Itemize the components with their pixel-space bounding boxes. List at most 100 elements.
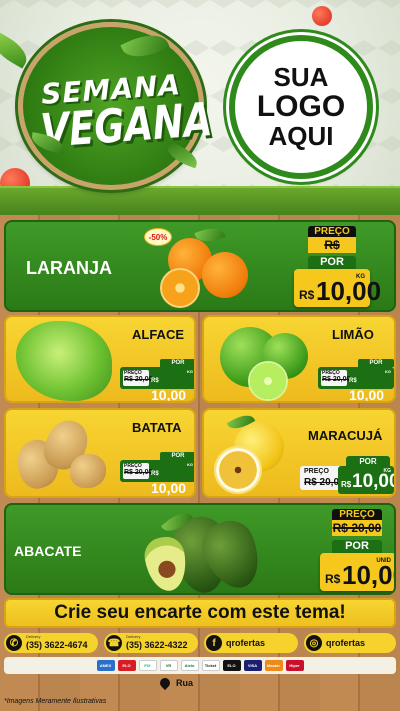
price-unit: UNID — [376, 558, 391, 564]
product-card-alface[interactable]: ALFACE POR PREÇO R$ 20,00 R$ 10,00 KG — [4, 315, 196, 403]
amex-icon: AMEX — [96, 660, 115, 671]
address: Rua — [157, 675, 194, 691]
contact-value: qrofertas — [326, 638, 366, 648]
price-box: PREÇO R$ 20,00 R$ 10,00 KG — [318, 367, 394, 401]
contact-instagram[interactable]: ◎ qrofertas — [304, 633, 396, 653]
product-card-maracuja[interactable]: MARACUJÁ POR PREÇO R$ 20,00 R$ 10,00 KG — [202, 408, 396, 498]
contact-facebook[interactable]: f qrofertas — [204, 633, 298, 653]
elo-icon: ELO — [117, 660, 136, 671]
grass-strip — [0, 186, 400, 215]
por-label: POR — [332, 540, 382, 553]
old-price: R$ 20,00 — [322, 376, 350, 383]
new-price: R$ 10,00 — [151, 462, 194, 496]
lime-slice-image — [248, 361, 288, 401]
product-card-laranja[interactable]: LARANJA -50% PREÇO R$ 20,00 POR R$ 10,00… — [4, 220, 396, 312]
potato-image — [70, 454, 106, 488]
vr-icon: VR — [159, 660, 178, 671]
visa-icon: VISA — [243, 660, 262, 671]
price-box: PREÇO R$ 20,00 R$ 10,00 KG — [120, 460, 194, 496]
contact-value: qrofertas — [226, 638, 266, 648]
cta-banner[interactable]: Crie seu encarte com este tema! — [4, 598, 396, 628]
contact-whatsapp[interactable]: ✆ Delivery (35) 3622-4674 — [4, 633, 98, 653]
product-name: LIMÃO — [332, 327, 374, 342]
currency-symbol: R$ — [151, 378, 159, 384]
price-unit: KG — [385, 369, 391, 374]
old-price-text: R$ 20,00 — [124, 376, 153, 383]
por-label: POR — [160, 452, 194, 460]
product-name: ABACATE — [14, 543, 82, 559]
currency-symbol: R$ — [341, 480, 352, 489]
price-value: 10,00 — [151, 480, 187, 496]
contact-label: Delivery — [26, 634, 41, 639]
instagram-icon: ◎ — [306, 635, 322, 651]
price-block: POR PREÇO R$ 20,00 R$ 10,00 KG — [120, 452, 194, 496]
contact-phone[interactable]: ☎ Delivery (35) 3622-4322 — [104, 633, 198, 653]
product-card-abacate[interactable]: ABACATE PREÇO R$ 20,00 POR R$ 10,00 UNID — [4, 503, 396, 595]
old-price: R$ 20,00 — [124, 469, 152, 476]
disclaimer: *Imagens Meramente Ilustrativas — [4, 698, 107, 705]
new-price: R$ 10,00 — [349, 369, 394, 403]
por-label: POR — [160, 359, 194, 367]
logo-text-line2: LOGO — [256, 90, 346, 124]
orange-image — [202, 252, 248, 298]
product-card-limao[interactable]: LIMÃO POR PREÇO R$ 20,00 R$ 10,00 KG — [202, 315, 396, 403]
payment-methods: AMEX ELO PIX VR Alelo Ticket ELO VISA Ma… — [4, 657, 396, 674]
price-unit: KG — [187, 369, 193, 374]
logo-placeholder[interactable]: SUA LOGO AQUI — [229, 35, 373, 179]
location-pin-icon — [157, 675, 173, 691]
address-text: Rua — [176, 678, 194, 688]
old-price-text: R$ 20,00 — [322, 376, 351, 383]
currency-symbol: R$ — [151, 471, 159, 477]
new-price: R$ 10,00 KG — [294, 269, 381, 307]
whatsapp-icon: ✆ — [6, 635, 22, 651]
product-name: ALFACE — [132, 327, 184, 342]
discount-badge: -50% — [144, 228, 172, 246]
alelo-icon: Alelo — [180, 660, 199, 671]
mastercard-icon: Master — [264, 660, 283, 671]
contact-label: Delivery — [126, 634, 141, 639]
product-card-batata[interactable]: BATATA POR PREÇO R$ 20,00 R$ 10,00 KG — [4, 408, 196, 498]
contact-value: (35) 3622-4674 — [26, 640, 88, 650]
logo-text-line1: SUA — [273, 61, 329, 92]
logo-text-line3: AQUI — [268, 120, 334, 151]
price-value: 10,00 — [349, 387, 385, 403]
old-price: R$ 20,00 — [124, 376, 152, 383]
new-price: R$ 10,00 KG — [338, 466, 394, 494]
por-label: POR — [308, 256, 356, 269]
elo-icon: ELO — [222, 660, 241, 671]
currency-symbol: R$ — [299, 288, 315, 302]
price-unit: KG — [356, 274, 365, 280]
price-value: 10,00 — [316, 276, 382, 306]
flyer: SEMANA VEGANA SUA LOGO AQUI LARANJA -50%… — [0, 0, 400, 711]
passion-fruit-slice-image — [214, 446, 262, 494]
new-price: R$ 10,00 — [151, 369, 194, 403]
price-value: 10,00 — [352, 471, 396, 492]
product-name: MARACUJÁ — [308, 428, 383, 443]
price-unit: KG — [187, 462, 193, 467]
new-price: R$ 10,00 UNID — [320, 553, 394, 591]
product-name: BATATA — [132, 420, 182, 435]
price-label: PREÇO — [308, 226, 356, 237]
old-price-text: R$ 20,00 — [124, 469, 153, 476]
price-block: POR PREÇO R$ 20,00 R$ 10,00 KG — [120, 359, 194, 401]
contact-value: (35) 3622-4322 — [126, 640, 188, 650]
old-price-text: R$ 20,00 — [332, 521, 382, 535]
hipercard-icon: Hiper — [285, 660, 304, 671]
phone-icon: ☎ — [106, 635, 122, 651]
price-unit: KG — [383, 468, 392, 474]
semana-vegana-badge: SEMANA VEGANA — [18, 22, 214, 190]
header: SEMANA VEGANA SUA LOGO AQUI — [0, 0, 400, 215]
price-label: PREÇO — [304, 468, 329, 475]
price-value: 10,00 — [342, 560, 394, 590]
tomato-decoration — [312, 6, 332, 26]
price-value: 10,00 — [151, 387, 187, 403]
ticket-icon: Ticket — [201, 660, 220, 671]
orange-slice-image — [160, 268, 200, 308]
price-block: POR PREÇO R$ 20,00 R$ 10,00 KG — [318, 359, 394, 401]
old-price: R$ 20,00 — [308, 237, 356, 268]
product-name: LARANJA — [26, 258, 113, 278]
price-label: PREÇO — [332, 509, 382, 520]
lettuce-image — [16, 321, 112, 401]
price-box: PREÇO R$ 20,00 R$ 10,00 KG — [120, 367, 194, 401]
currency-symbol: R$ — [325, 572, 341, 586]
